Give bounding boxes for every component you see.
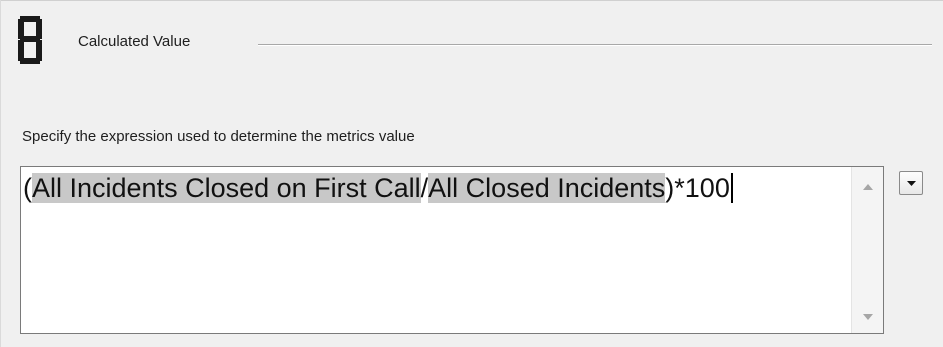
- expression-textbox[interactable]: (All Incidents Closed on First Call/All …: [20, 166, 884, 334]
- scroll-up-arrow-icon[interactable]: [852, 175, 883, 199]
- expression-open-paren: (: [23, 173, 32, 203]
- expression-description-label: Specify the expression used to determine…: [22, 128, 415, 145]
- section-divider: [258, 44, 932, 46]
- expression-suffix: )*100: [665, 173, 730, 203]
- calculated-value-panel: Calculated Value Specify the expression …: [0, 0, 943, 347]
- expression-dropdown-button[interactable]: [899, 171, 923, 195]
- panel-left-border: [0, 0, 1, 347]
- calculator-digit-icon: [18, 16, 42, 64]
- chevron-down-icon: [906, 180, 916, 186]
- expression-token-all-closed-incidents[interactable]: All Closed Incidents: [428, 173, 666, 203]
- expression-text[interactable]: (All Incidents Closed on First Call/All …: [23, 173, 733, 203]
- text-caret: [730, 173, 733, 203]
- scroll-down-arrow-icon[interactable]: [852, 305, 883, 329]
- expression-token-first-call-incidents[interactable]: All Incidents Closed on First Call: [32, 173, 421, 203]
- vertical-scrollbar[interactable]: [851, 167, 883, 333]
- section-title: Calculated Value: [78, 33, 191, 50]
- panel-top-border: [0, 0, 943, 1]
